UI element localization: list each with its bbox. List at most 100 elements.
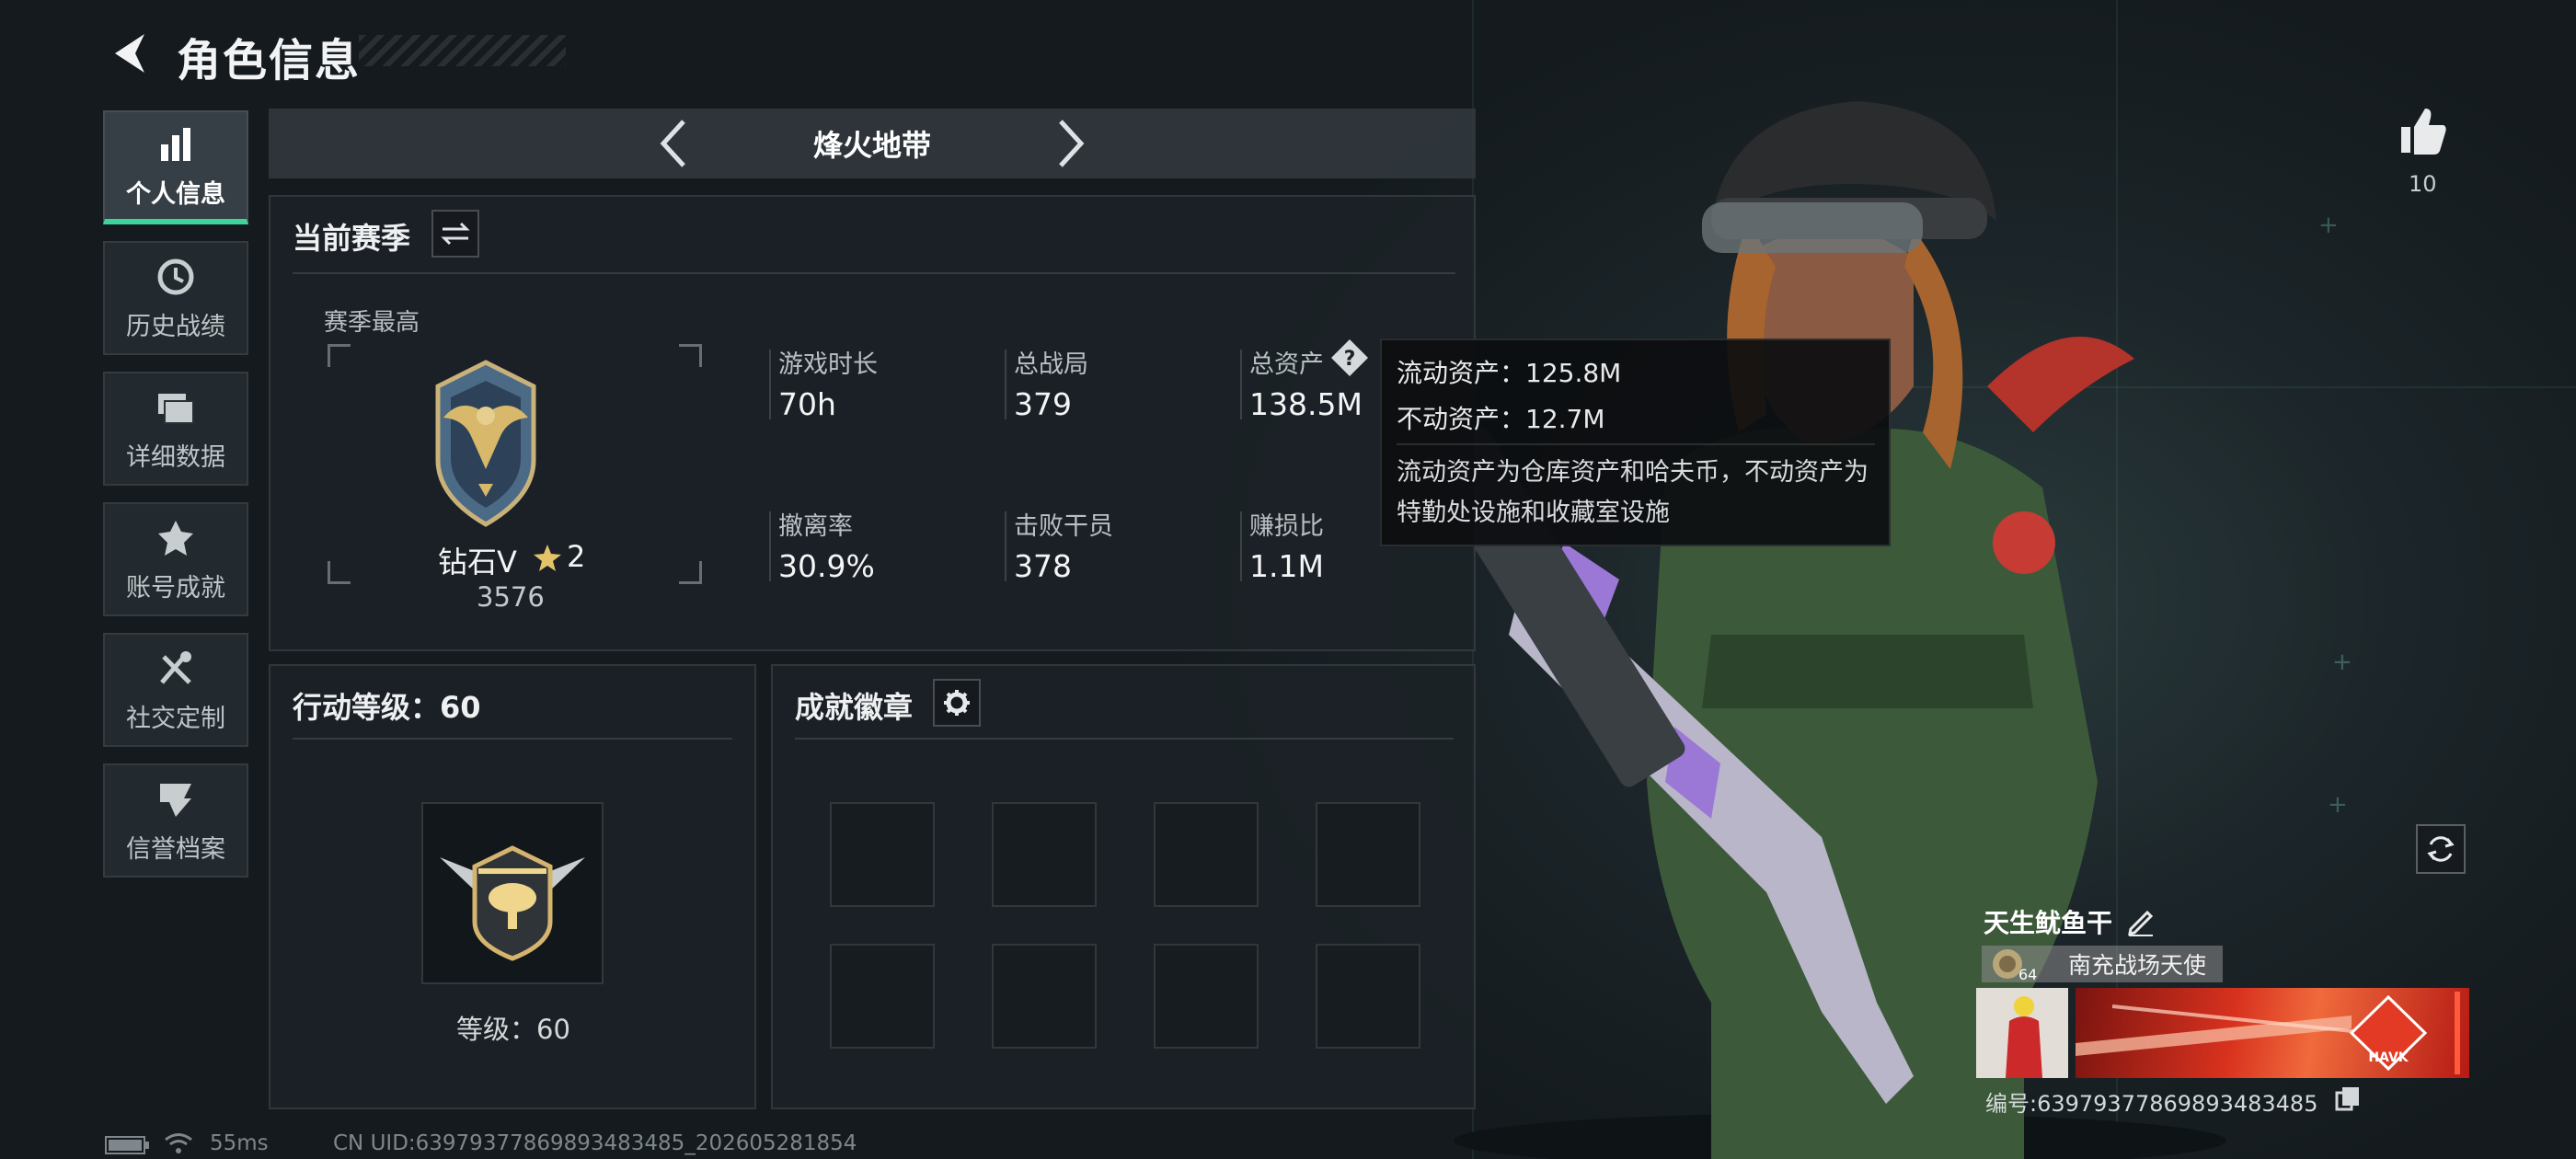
svg-text:?: ? bbox=[1344, 348, 1356, 371]
bg-cross-mark: + bbox=[2328, 791, 2348, 819]
folder-icon bbox=[154, 385, 198, 430]
player-level: 64 bbox=[2018, 966, 2038, 983]
extract-rate-value: 30.9% bbox=[778, 548, 875, 584]
divider bbox=[795, 738, 1454, 740]
sidebar-item-label: 历史战绩 bbox=[126, 312, 225, 341]
gear-icon bbox=[944, 690, 970, 716]
question-icon: ? bbox=[1331, 339, 1368, 376]
asset-help-button[interactable]: ? bbox=[1330, 339, 1369, 377]
play-time-label: 游戏时长 bbox=[778, 350, 878, 379]
season-title: 当前赛季 bbox=[293, 221, 411, 256]
total-games-label: 总战局 bbox=[1014, 350, 1088, 379]
back-arrow-icon bbox=[115, 34, 144, 73]
tooltip-description: 流动资产为仓库资产和哈夫币，不动资产为特勤处设施和收藏室设施 bbox=[1397, 458, 1869, 527]
copy-icon bbox=[2335, 1087, 2359, 1111]
frame-corner bbox=[328, 344, 351, 367]
sidebar-item-label: 个人信息 bbox=[126, 179, 225, 209]
bg-cross-mark: + bbox=[2332, 648, 2352, 676]
stat-divider bbox=[1005, 350, 1006, 419]
player-card-banner: HAVK bbox=[2076, 988, 2469, 1078]
rank-stars: 2 bbox=[567, 539, 586, 574]
title-decoration bbox=[359, 35, 566, 66]
stat-divider bbox=[1240, 511, 1242, 581]
season-switch-button[interactable] bbox=[431, 210, 479, 258]
sidebar-item-history[interactable]: 历史战绩 bbox=[103, 241, 248, 355]
sidebar-item-social[interactable]: 社交定制 bbox=[103, 633, 248, 747]
tools-icon bbox=[154, 647, 198, 691]
profit-ratio-label: 赚损比 bbox=[1249, 512, 1324, 541]
swap-icon bbox=[441, 222, 470, 246]
sidebar-item-achievements[interactable]: 账号成就 bbox=[103, 502, 248, 616]
stat-divider bbox=[769, 511, 771, 581]
stat-divider bbox=[769, 350, 771, 419]
edit-name-button[interactable] bbox=[2125, 905, 2156, 936]
badge-slot[interactable] bbox=[992, 944, 1097, 1049]
bg-cross-mark: + bbox=[2318, 212, 2339, 239]
player-id: 编号:63979377869893483485 bbox=[1985, 1091, 2318, 1117]
frame-corner bbox=[679, 561, 702, 584]
mode-name: 烽火地带 bbox=[812, 128, 931, 163]
like-button[interactable] bbox=[2398, 105, 2449, 156]
extract-rate-label: 撤离率 bbox=[778, 512, 853, 541]
badge-slot[interactable] bbox=[1316, 802, 1420, 907]
kills-value: 378 bbox=[1014, 548, 1072, 584]
mode-selector: 烽火地带 bbox=[269, 109, 1476, 178]
prev-mode-button[interactable] bbox=[646, 118, 701, 169]
sidebar-item-label: 详细数据 bbox=[126, 442, 225, 472]
thumbs-up-icon bbox=[2401, 109, 2446, 155]
back-button[interactable] bbox=[101, 28, 156, 79]
season-best-label: 赛季最高 bbox=[324, 309, 420, 337]
player-name: 天生鱿鱼干 bbox=[1984, 908, 2113, 938]
sidebar-item-personal-info[interactable]: 个人信息 bbox=[103, 110, 248, 224]
badge-slot[interactable] bbox=[830, 944, 935, 1049]
badge-slot[interactable] bbox=[1154, 944, 1259, 1049]
wifi-icon bbox=[165, 1133, 192, 1153]
player-title: 南充战场天使 bbox=[2068, 952, 2207, 979]
chevron-left-icon bbox=[660, 120, 685, 167]
badge-slot[interactable] bbox=[1316, 944, 1420, 1049]
history-clock-icon bbox=[154, 255, 198, 299]
badge-slot[interactable] bbox=[1154, 802, 1259, 907]
action-level-title: 行动等级：60 bbox=[293, 690, 481, 725]
achievements-title: 成就徽章 bbox=[795, 690, 914, 725]
avatar bbox=[1976, 988, 2068, 1078]
kills-label: 击败干员 bbox=[1014, 512, 1113, 541]
chevron-right-icon bbox=[1059, 120, 1085, 167]
copy-id-button[interactable] bbox=[2335, 1085, 2361, 1111]
assets-tooltip: 流动资产：125.8M 不动资产：12.7M 流动资产为仓库资产和哈夫币，不动资… bbox=[1380, 339, 1891, 546]
badge-slot[interactable] bbox=[830, 802, 935, 907]
card-brand-text: HAVK bbox=[2368, 1050, 2409, 1065]
page-title: 角色信息 bbox=[177, 35, 362, 86]
action-level-text: 等级：60 bbox=[456, 1014, 570, 1045]
rank-score: 3576 bbox=[477, 581, 545, 613]
achievements-settings-button[interactable] bbox=[933, 679, 981, 727]
profit-ratio-value: 1.1M bbox=[1249, 548, 1324, 584]
frame-corner bbox=[328, 561, 351, 584]
stat-divider bbox=[1005, 511, 1006, 581]
shield-check-icon bbox=[154, 777, 198, 821]
total-games-value: 379 bbox=[1014, 386, 1072, 422]
pencil-icon bbox=[2128, 910, 2154, 936]
badge-slot[interactable] bbox=[992, 802, 1097, 907]
divider bbox=[293, 272, 1455, 274]
total-assets-label: 总资产 bbox=[1249, 350, 1324, 379]
ping-text: 55ms bbox=[210, 1131, 269, 1155]
rank-name: 钻石V bbox=[438, 545, 517, 580]
refresh-button[interactable] bbox=[2416, 824, 2466, 874]
helicopter-badge-icon bbox=[440, 845, 585, 961]
uid-text: CN UID:63979377869893483485_202605281854 bbox=[333, 1131, 857, 1155]
sidebar-item-details[interactable]: 详细数据 bbox=[103, 372, 248, 486]
next-mode-button[interactable] bbox=[1043, 118, 1098, 169]
battery-icon bbox=[105, 1136, 149, 1154]
sidebar-item-reputation[interactable]: 信誉档案 bbox=[103, 763, 248, 878]
rank-emblem-icon bbox=[435, 360, 536, 527]
total-assets-value: 138.5M bbox=[1249, 386, 1363, 422]
like-count: 10 bbox=[2409, 171, 2437, 197]
stat-divider bbox=[1240, 350, 1242, 419]
play-time-value: 70h bbox=[778, 386, 836, 422]
bar-chart-icon bbox=[154, 122, 198, 166]
divider bbox=[293, 738, 732, 740]
frame-corner bbox=[679, 344, 702, 367]
tooltip-fixed-assets: 不动资产：12.7M bbox=[1397, 404, 1605, 434]
sidebar-item-label: 账号成就 bbox=[126, 573, 225, 602]
